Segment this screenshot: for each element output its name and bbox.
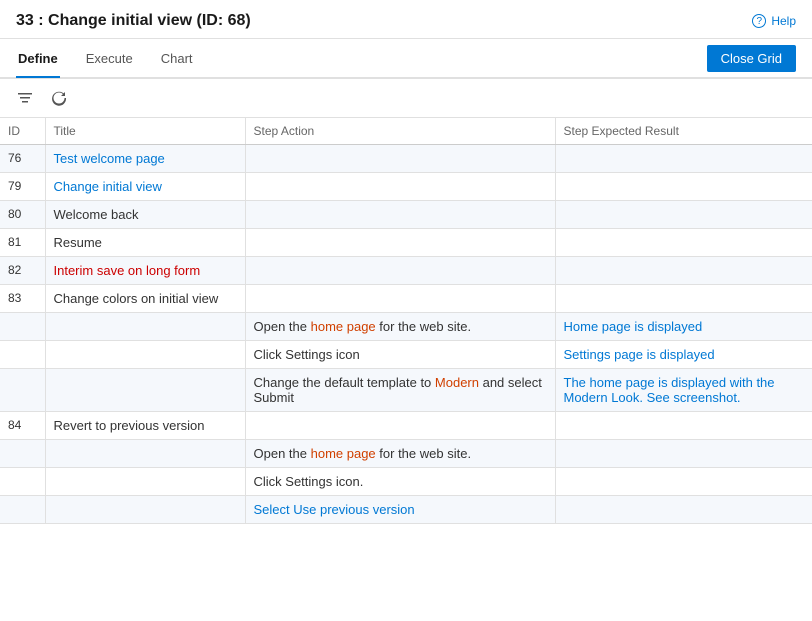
cell-id xyxy=(0,440,45,468)
table-row: 82Interim save on long form xyxy=(0,257,812,285)
cell-title xyxy=(45,468,245,496)
cell-expected xyxy=(555,229,812,257)
cell-action xyxy=(245,285,555,313)
cell-expected xyxy=(555,173,812,201)
tab-chart[interactable]: Chart xyxy=(159,40,195,78)
cell-id xyxy=(0,369,45,412)
filter-icon xyxy=(17,90,33,106)
col-header-expected: Step Expected Result xyxy=(555,118,812,145)
cell-title: Change colors on initial view xyxy=(45,285,245,313)
cell-id: 76 xyxy=(0,145,45,173)
page-header: 33 : Change initial view (ID: 68) ? Help xyxy=(0,0,812,39)
tab-define[interactable]: Define xyxy=(16,40,60,78)
table-row: Click Settings icon. xyxy=(0,468,812,496)
cell-action xyxy=(245,173,555,201)
cell-id: 79 xyxy=(0,173,45,201)
table-row: 81Resume xyxy=(0,229,812,257)
cell-expected: The home page is displayed with the Mode… xyxy=(555,369,812,412)
table-row: 76Test welcome page xyxy=(0,145,812,173)
tab-execute[interactable]: Execute xyxy=(84,40,135,78)
cell-action: Open the home page for the web site. xyxy=(245,313,555,341)
table-row: Select Use previous version xyxy=(0,496,812,524)
cell-id xyxy=(0,468,45,496)
cell-action: Open the home page for the web site. xyxy=(245,440,555,468)
table-header-row: ID Title Step Action Step Expected Resul… xyxy=(0,118,812,145)
cell-title: Revert to previous version xyxy=(45,412,245,440)
cell-action xyxy=(245,257,555,285)
toolbar xyxy=(0,79,812,118)
cell-action xyxy=(245,145,555,173)
cell-title: Welcome back xyxy=(45,201,245,229)
filter-button[interactable] xyxy=(12,85,38,111)
cell-id: 84 xyxy=(0,412,45,440)
table-row: Click Settings iconSettings page is disp… xyxy=(0,341,812,369)
table-row: 83Change colors on initial view xyxy=(0,285,812,313)
cell-expected xyxy=(555,145,812,173)
help-label: Help xyxy=(771,14,796,28)
cell-expected xyxy=(555,257,812,285)
cell-expected xyxy=(555,285,812,313)
table-row: Open the home page for the web site.Home… xyxy=(0,313,812,341)
cell-id xyxy=(0,313,45,341)
tabs-list: Define Execute Chart xyxy=(16,39,195,77)
cell-expected xyxy=(555,468,812,496)
help-link[interactable]: ? Help xyxy=(752,14,796,28)
tabs-bar: Define Execute Chart Close Grid xyxy=(0,39,812,79)
close-grid-button[interactable]: Close Grid xyxy=(707,45,796,72)
table-row: 79Change initial view xyxy=(0,173,812,201)
grid-container: ID Title Step Action Step Expected Resul… xyxy=(0,118,812,609)
cell-action: Select Use previous version xyxy=(245,496,555,524)
cell-action: Click Settings icon. xyxy=(245,468,555,496)
cell-id: 82 xyxy=(0,257,45,285)
page-title: 33 : Change initial view (ID: 68) xyxy=(16,12,251,30)
cell-expected: Home page is displayed xyxy=(555,313,812,341)
cell-title xyxy=(45,341,245,369)
table-row: Open the home page for the web site. xyxy=(0,440,812,468)
cell-action xyxy=(245,412,555,440)
table-row: Change the default template to Modern an… xyxy=(0,369,812,412)
cell-title: Resume xyxy=(45,229,245,257)
cell-title xyxy=(45,440,245,468)
cell-id: 80 xyxy=(0,201,45,229)
col-header-action: Step Action xyxy=(245,118,555,145)
cell-title xyxy=(45,313,245,341)
refresh-button[interactable] xyxy=(46,85,72,111)
cell-title: Change initial view xyxy=(45,173,245,201)
cell-title xyxy=(45,496,245,524)
cell-id xyxy=(0,341,45,369)
refresh-icon xyxy=(51,90,67,106)
table-row: 84Revert to previous version xyxy=(0,412,812,440)
help-icon: ? xyxy=(752,14,766,28)
cell-title: Test welcome page xyxy=(45,145,245,173)
cell-action: Change the default template to Modern an… xyxy=(245,369,555,412)
cell-action xyxy=(245,229,555,257)
cell-id xyxy=(0,496,45,524)
cell-action xyxy=(245,201,555,229)
cell-expected xyxy=(555,496,812,524)
col-header-title: Title xyxy=(45,118,245,145)
cell-expected xyxy=(555,412,812,440)
cell-action: Click Settings icon xyxy=(245,341,555,369)
cell-title: Interim save on long form xyxy=(45,257,245,285)
cell-expected xyxy=(555,201,812,229)
cell-expected: Settings page is displayed xyxy=(555,341,812,369)
data-table: ID Title Step Action Step Expected Resul… xyxy=(0,118,812,524)
col-header-id: ID xyxy=(0,118,45,145)
table-row: 80Welcome back xyxy=(0,201,812,229)
cell-title xyxy=(45,369,245,412)
cell-expected xyxy=(555,440,812,468)
cell-id: 81 xyxy=(0,229,45,257)
cell-id: 83 xyxy=(0,285,45,313)
